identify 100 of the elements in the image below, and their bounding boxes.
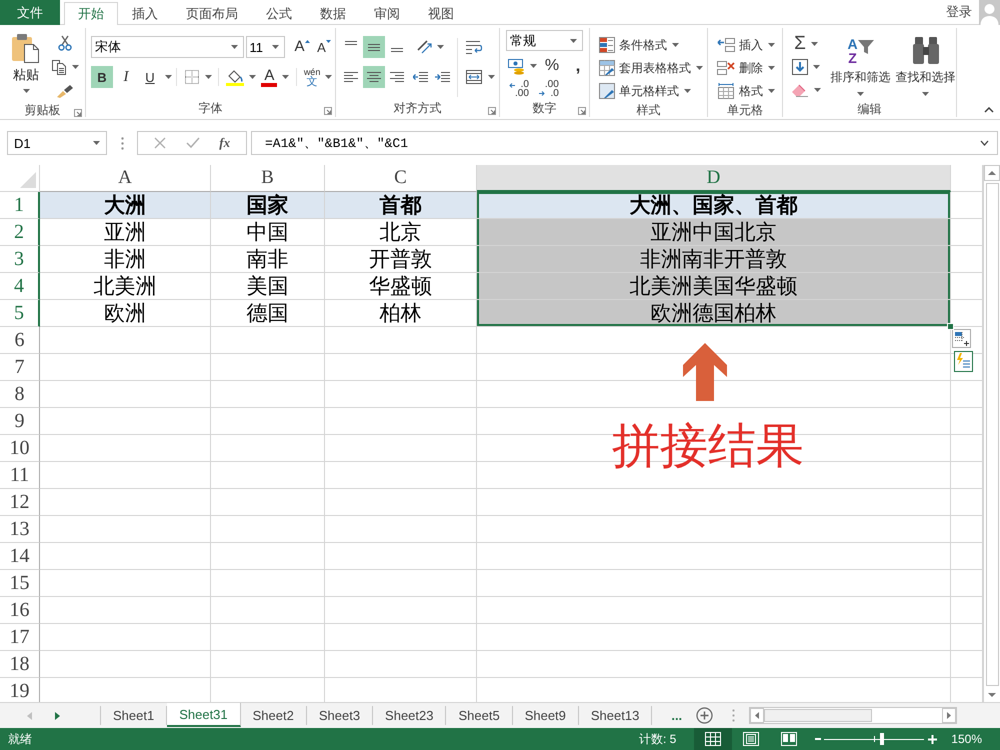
dialog-launcher-icon[interactable] bbox=[578, 107, 586, 115]
close-icon bbox=[154, 137, 166, 149]
ribbon-tab[interactable]: 开始 bbox=[64, 2, 118, 25]
ribbon-tab[interactable]: 数据 bbox=[306, 2, 360, 24]
format-cells-icon bbox=[717, 83, 735, 99]
right-triangle-icon[interactable] bbox=[55, 712, 60, 720]
sheet-tab[interactable]: Sheet5 bbox=[446, 706, 513, 725]
conditional-grid-icon bbox=[599, 37, 615, 53]
copy-icon bbox=[51, 59, 67, 75]
grow-font-button[interactable]: A bbox=[291, 36, 313, 58]
scroll-up-icon[interactable] bbox=[984, 165, 1000, 181]
table-cell: 大洲 bbox=[40, 192, 211, 219]
chevron-down-icon[interactable] bbox=[980, 140, 989, 146]
caret-icon bbox=[282, 75, 290, 79]
autosum-button[interactable]: Σ bbox=[788, 33, 824, 55]
funnel-icon bbox=[858, 38, 874, 54]
ribbon-tab[interactable]: 视图 bbox=[414, 2, 468, 24]
caret-icon bbox=[488, 75, 495, 79]
up-arrow-icon bbox=[683, 343, 727, 401]
table-brush-icon bbox=[599, 60, 615, 76]
name-box[interactable]: D1 bbox=[7, 131, 107, 155]
more-sheets-button[interactable]: ... bbox=[671, 703, 682, 728]
sign-in-link[interactable]: 登录 bbox=[946, 0, 979, 24]
comma-button[interactable]: , bbox=[567, 55, 589, 77]
style-menu-button[interactable]: 条件格式 bbox=[596, 34, 707, 56]
caret-icon bbox=[813, 65, 820, 69]
cells-menu-button[interactable]: 删除 bbox=[714, 57, 782, 79]
fill-handle[interactable] bbox=[947, 323, 954, 330]
horizontal-align-button[interactable] bbox=[363, 66, 385, 88]
right-arrow-icon bbox=[538, 91, 545, 96]
dots-icon bbox=[732, 709, 736, 722]
add-sheet-icon[interactable] bbox=[696, 707, 714, 724]
zoom-level-text[interactable]: 150% bbox=[951, 732, 1000, 746]
font-name-field[interactable]: 宋体 bbox=[91, 36, 244, 58]
minus-icon[interactable] bbox=[815, 738, 822, 740]
number-format-field[interactable]: 常规 bbox=[506, 30, 583, 51]
style-menu-button[interactable]: 单元格样式 bbox=[596, 80, 707, 102]
eraser-icon bbox=[791, 83, 809, 97]
table-plus-icon[interactable] bbox=[952, 329, 971, 348]
delete-cells-icon bbox=[717, 60, 735, 76]
chevron-up-icon[interactable] bbox=[984, 107, 994, 113]
caret-icon bbox=[768, 66, 775, 70]
ribbon-tab[interactable]: 公式 bbox=[252, 2, 306, 24]
find-select-button[interactable]: 查找和选择 bbox=[895, 33, 956, 101]
shrink-font-button[interactable]: A bbox=[313, 36, 335, 58]
caret-icon bbox=[272, 45, 279, 49]
table-cell: 非洲南非开普敦 bbox=[477, 246, 951, 273]
cells-menu-button[interactable]: 格式 bbox=[714, 80, 782, 102]
scrollbar-thumb[interactable] bbox=[764, 709, 872, 722]
ribbon-tab[interactable]: 审阅 bbox=[360, 2, 414, 24]
lightning-list-icon[interactable] bbox=[954, 351, 973, 372]
dialog-launcher-icon[interactable] bbox=[74, 109, 82, 117]
file-tab[interactable]: 文件 bbox=[0, 0, 60, 25]
table-cell: 首都 bbox=[325, 192, 477, 219]
binoculars-icon bbox=[912, 36, 940, 65]
caret-icon bbox=[72, 65, 79, 69]
caret-icon bbox=[922, 92, 929, 96]
status-text: 就绪 bbox=[7, 730, 32, 748]
sort-filter-button[interactable]: A Z 排序和筛选 bbox=[830, 33, 891, 101]
decrease-decimal-button[interactable]: .00 .0 bbox=[536, 78, 562, 100]
plus-icon[interactable] bbox=[928, 734, 938, 744]
formula-field[interactable]: =A1&"、"&B1&"、"&C1 bbox=[251, 131, 998, 155]
font-size-field[interactable]: 11 bbox=[246, 36, 285, 58]
view-button[interactable] bbox=[694, 728, 732, 750]
ribbon-tab[interactable]: 插入 bbox=[118, 2, 172, 24]
sheet-tab[interactable]: Sheet9 bbox=[512, 706, 579, 725]
scroll-right-icon[interactable] bbox=[942, 708, 956, 723]
merge-cells-icon bbox=[465, 69, 483, 85]
style-menu-button[interactable]: 套用表格格式 bbox=[596, 57, 707, 79]
dialog-launcher-icon[interactable] bbox=[324, 107, 332, 115]
clipboard-icon bbox=[11, 32, 41, 64]
cells-menu-button[interactable]: 插入 bbox=[714, 34, 782, 56]
caret-icon[interactable] bbox=[165, 75, 172, 79]
vertical-align-button[interactable] bbox=[363, 36, 385, 58]
sheet-tab[interactable]: Sheet23 bbox=[373, 706, 446, 725]
bold-button[interactable]: B bbox=[91, 66, 113, 88]
sheet-tab[interactable]: Sheet13 bbox=[578, 706, 652, 725]
slider-thumb[interactable] bbox=[880, 733, 884, 745]
percent-button[interactable]: % bbox=[541, 55, 563, 77]
sheet-tab[interactable]: Sheet31 bbox=[167, 703, 241, 727]
count-text: 计数: 5 bbox=[638, 730, 676, 748]
caret-icon bbox=[530, 64, 536, 68]
phonetic-button[interactable]: wén 文 bbox=[301, 66, 336, 88]
scrollbar-thumb[interactable] bbox=[986, 183, 998, 686]
increase-decimal-button[interactable]: .0 .00 bbox=[506, 78, 532, 100]
annotation-text: 拼接结果 bbox=[612, 419, 804, 475]
scroll-left-icon[interactable] bbox=[750, 708, 764, 723]
underline-button[interactable]: U bbox=[139, 66, 161, 88]
column-header[interactable]: D bbox=[477, 165, 951, 192]
sheet-tab[interactable]: Sheet2 bbox=[240, 706, 307, 725]
insert-function-button[interactable]: fx bbox=[219, 135, 230, 151]
sheet-tab[interactable]: Sheet3 bbox=[306, 706, 374, 725]
italic-button[interactable]: I bbox=[115, 66, 137, 88]
font-color-button[interactable]: A bbox=[258, 66, 292, 88]
vertical-scrollbar[interactable] bbox=[983, 165, 1000, 702]
ribbon-tab[interactable]: 页面布局 bbox=[172, 2, 252, 24]
horizontal-scrollbar[interactable] bbox=[749, 707, 958, 724]
paste-button[interactable]: 粘贴 bbox=[9, 32, 43, 102]
dialog-launcher-icon[interactable] bbox=[488, 107, 496, 115]
align-top-icon bbox=[345, 41, 357, 46]
